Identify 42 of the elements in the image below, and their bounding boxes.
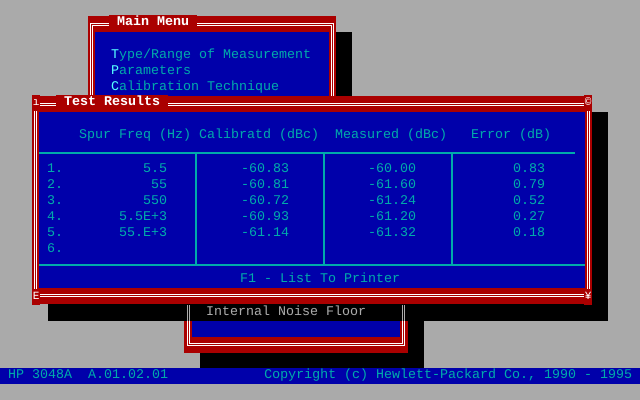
table-cell: 5.5E+3 [119,210,167,226]
table-cell: 55.E+3 [119,226,167,242]
product-name: HP 3048A [8,368,72,384]
table-cell: -60.00 [368,162,416,178]
table-cell: -61.14 [241,226,289,242]
corner-glyph: © [584,95,592,111]
table-cell: -60.93 [241,210,289,226]
table-cell: -61.60 [368,178,416,194]
table-cell: 5.5 [143,162,167,178]
corner-glyph: E [32,289,40,305]
corner-glyph: ¥ [584,289,592,305]
menu-item[interactable]: Type/Range of Measurement [111,48,329,64]
menu-item[interactable]: Internal Noise Floor [206,305,366,320]
table-cell: 0.79 [513,178,545,194]
column-header: Measured (dBc) [334,128,448,144]
corner-glyph: ı [32,95,40,111]
menu-item[interactable]: Calibration Technique [111,80,329,96]
row-number: 2. [47,178,63,194]
row-number: 3. [47,194,63,210]
row-number: 5. [47,226,63,242]
column-header: Spur Freq (Hz) [78,128,192,144]
row-number: 6. [47,242,63,258]
table-cell: 55 [151,178,167,194]
copyright-text: Copyright (c) Hewlett-Packard Co., 1990 - 1995 [264,368,632,384]
firmware-version: A.01.02.01 [88,368,168,384]
table-cell: -60.81 [241,178,289,194]
menu-item[interactable]: Parameters [111,64,329,80]
table-cell: -61.20 [368,210,416,226]
table-cell: -61.32 [368,226,416,242]
row-number: 4. [47,210,63,226]
table-cell: -60.83 [241,162,289,178]
column-header: Calibratd (dBc) [198,128,320,144]
function-key-hint: F1 - List To Printer [240,272,400,288]
table-cell: -60.72 [241,194,289,210]
column-header: Error (dB) [470,128,552,144]
table-cell: 0.52 [513,194,545,210]
table-cell: 0.27 [513,210,545,226]
row-number: 1. [47,162,63,178]
table-cell: 0.83 [513,162,545,178]
table-cell: -61.24 [368,194,416,210]
table-cell: 0.18 [513,226,545,242]
table-cell: 550 [143,194,167,210]
